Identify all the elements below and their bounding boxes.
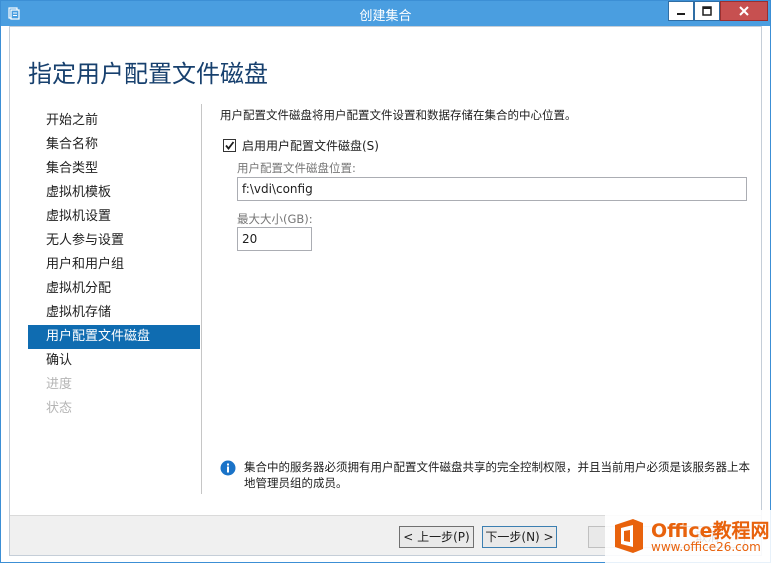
watermark-url: www.office26.com bbox=[651, 540, 761, 554]
nav-item-before-you-begin[interactable]: 开始之前 bbox=[28, 109, 200, 133]
nav-item-user-profile-disks[interactable]: 用户配置文件磁盘 bbox=[28, 325, 200, 349]
max-size-input[interactable]: 20 bbox=[237, 227, 312, 251]
nav-item-results: 状态 bbox=[46, 401, 73, 416]
info-message: 集合中的服务器必须拥有用户配置文件磁盘共享的完全控制权限，并且当前用户必须是该服… bbox=[220, 459, 755, 491]
enable-upd-checkbox[interactable] bbox=[223, 139, 236, 152]
checkmark-icon bbox=[225, 141, 235, 150]
window-title: 创建集合 bbox=[359, 9, 412, 24]
nav-item-confirmation[interactable]: 确认 bbox=[28, 349, 200, 373]
next-button[interactable]: 下一步(N) > bbox=[482, 526, 557, 548]
watermark: Office教程网 www.office26.com bbox=[605, 510, 771, 563]
info-icon bbox=[220, 460, 236, 476]
wizard-client: 指定用户配置文件磁盘 开始之前 集合名称 集合类型 虚拟机模板 虚拟机设置 无人… bbox=[9, 26, 762, 556]
wizard-window: 创建集合 指定用户配置文件磁盘 开始之前 集合名称 集合类型 虚拟机模板 虚拟机… bbox=[0, 0, 771, 563]
title-bar[interactable]: 创建集合 bbox=[1, 1, 770, 26]
wizard-steps-nav: 开始之前 集合名称 集合类型 虚拟机模板 虚拟机设置 无人参与设置 用户和用户组… bbox=[28, 109, 200, 421]
nav-item-unattended-settings[interactable]: 无人参与设置 bbox=[28, 229, 200, 253]
minimize-icon bbox=[677, 13, 685, 15]
nav-item-users-and-groups[interactable]: 用户和用户组 bbox=[28, 253, 200, 277]
nav-item-progress: 进度 bbox=[46, 377, 73, 392]
enable-upd-row[interactable]: 启用用户配置文件磁盘(S) bbox=[223, 137, 379, 154]
page-description: 用户配置文件磁盘将用户配置文件设置和数据存储在集合的中心位置。 bbox=[220, 108, 577, 122]
max-size-label: 最大大小(GB): bbox=[237, 212, 313, 226]
maximize-button[interactable] bbox=[694, 1, 720, 21]
previous-button[interactable]: < 上一步(P) bbox=[399, 526, 474, 548]
nav-item-vm-settings[interactable]: 虚拟机设置 bbox=[28, 205, 200, 229]
info-text: 集合中的服务器必须拥有用户配置文件磁盘共享的完全控制权限，并且当前用户必须是该服… bbox=[244, 460, 750, 490]
nav-divider bbox=[201, 104, 202, 494]
enable-upd-label[interactable]: 启用用户配置文件磁盘(S) bbox=[242, 137, 379, 154]
nav-item-vm-storage[interactable]: 虚拟机存储 bbox=[28, 301, 200, 325]
watermark-name: Office教程网 bbox=[651, 520, 770, 542]
upd-location-input[interactable]: f:\vdi\config bbox=[237, 177, 747, 201]
content-panel: 用户配置文件磁盘将用户配置文件设置和数据存储在集合的中心位置。 启用用户配置文件… bbox=[220, 107, 755, 251]
minimize-button[interactable] bbox=[668, 1, 694, 21]
nav-item-collection-name[interactable]: 集合名称 bbox=[28, 133, 200, 157]
upd-location-label: 用户配置文件磁盘位置: bbox=[237, 161, 356, 175]
office-logo-icon bbox=[615, 519, 643, 553]
close-icon bbox=[739, 6, 749, 16]
nav-item-vm-allocation[interactable]: 虚拟机分配 bbox=[28, 277, 200, 301]
nav-item-collection-type[interactable]: 集合类型 bbox=[28, 157, 200, 181]
maximize-icon bbox=[702, 6, 712, 16]
page-title: 指定用户配置文件磁盘 bbox=[28, 60, 268, 88]
nav-item-vm-template[interactable]: 虚拟机模板 bbox=[28, 181, 200, 205]
close-button[interactable] bbox=[720, 1, 768, 21]
